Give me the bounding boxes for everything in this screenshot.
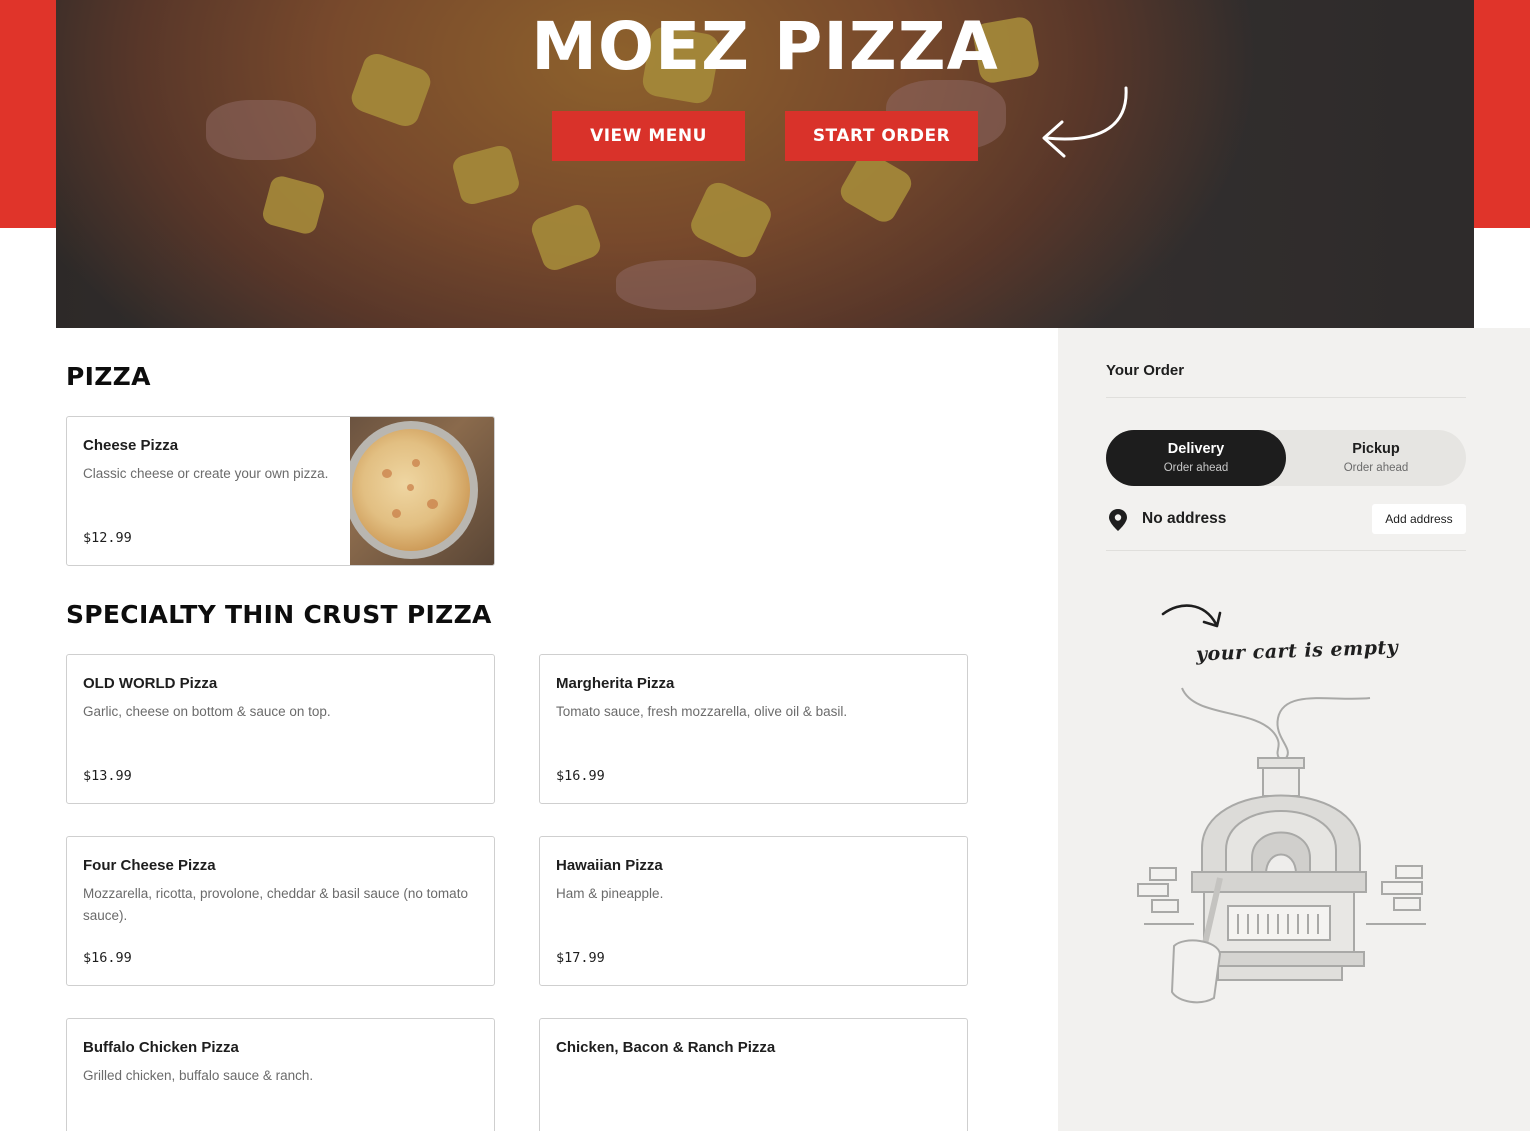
address-text: No address bbox=[1142, 510, 1227, 527]
order-title: Your Order bbox=[1106, 362, 1185, 379]
start-order-button[interactable]: START ORDER bbox=[785, 111, 978, 161]
menu-item-price: $12.99 bbox=[83, 530, 132, 546]
menu-item-description: Garlic, cheese on bottom & sauce on top. bbox=[83, 704, 331, 719]
menu-item-description: Ham & pineapple. bbox=[556, 886, 664, 901]
menu-item-description: Classic cheese or create your own pizza. bbox=[83, 466, 329, 481]
pizza-photo bbox=[352, 429, 470, 551]
menu-item-name: Chicken, Bacon & Ranch Pizza bbox=[556, 1039, 776, 1056]
divider bbox=[1106, 397, 1466, 398]
divider bbox=[1106, 550, 1466, 551]
pizza-oven-illustration bbox=[1137, 687, 1426, 1004]
menu-item-description: Mozzarella, ricotta, provolone, cheddar … bbox=[83, 886, 468, 923]
menu-item-card[interactable]: Four Cheese Pizza Mozzarella, ricotta, p… bbox=[66, 836, 495, 986]
menu-item-price: $16.99 bbox=[556, 768, 605, 784]
menu-item-description: Grilled chicken, buffalo sauce & ranch. bbox=[83, 1068, 314, 1083]
order-sidebar: Your Order Delivery Order ahead Pickup O… bbox=[1058, 328, 1530, 1131]
menu-item-name: Cheese Pizza bbox=[83, 437, 179, 454]
section-title-pizza: PIZZA bbox=[66, 362, 151, 391]
delivery-sublabel: Order ahead bbox=[1163, 462, 1229, 474]
delivery-option[interactable]: Delivery Order ahead bbox=[1106, 430, 1286, 486]
menu-item-card[interactable]: Chicken, Bacon & Ranch Pizza bbox=[539, 1018, 968, 1131]
menu-item-card[interactable]: Hawaiian Pizza Ham & pineapple. $17.99 bbox=[539, 836, 968, 986]
menu-item-price: $16.99 bbox=[83, 950, 132, 966]
pickup-label: Pickup bbox=[1352, 441, 1400, 457]
menu-item-card[interactable]: Cheese Pizza Classic cheese or create yo… bbox=[66, 416, 495, 566]
section-title-specialty: SPECIALTY THIN CRUST PIZZA bbox=[66, 600, 492, 629]
view-menu-button[interactable]: VIEW MENU bbox=[552, 111, 745, 161]
delivery-label: Delivery bbox=[1167, 441, 1225, 457]
menu-item-name: Four Cheese Pizza bbox=[83, 857, 216, 874]
pickup-sublabel: Order ahead bbox=[1343, 462, 1409, 474]
curved-arrow-icon bbox=[1042, 86, 1128, 158]
add-address-button[interactable]: Add address bbox=[1372, 504, 1466, 534]
menu-item-card[interactable]: Margherita Pizza Tomato sauce, fresh moz… bbox=[539, 654, 968, 804]
menu-item-name: Buffalo Chicken Pizza bbox=[83, 1039, 239, 1056]
fulfillment-toggle: Delivery Order ahead Pickup Order ahead bbox=[1106, 430, 1466, 486]
menu-item-price: $17.99 bbox=[556, 950, 605, 966]
menu-item-image bbox=[350, 417, 494, 565]
map-pin-icon bbox=[1109, 509, 1127, 531]
hero-banner: MOEZ PIZZA VIEW MENU START ORDER bbox=[56, 0, 1474, 328]
hand-drawn-arrow-icon bbox=[1161, 604, 1222, 628]
menu-item-card[interactable]: OLD WORLD Pizza Garlic, cheese on bottom… bbox=[66, 654, 495, 804]
menu-item-price: $13.99 bbox=[83, 768, 132, 784]
menu-item-name: Margherita Pizza bbox=[556, 675, 675, 692]
empty-cart-message: your cart is empty bbox=[1195, 636, 1399, 666]
menu-item-name: OLD WORLD Pizza bbox=[83, 675, 218, 692]
menu-item-card[interactable]: Buffalo Chicken Pizza Grilled chicken, b… bbox=[66, 1018, 495, 1131]
menu-item-description: Tomato sauce, fresh mozzarella, olive oi… bbox=[556, 704, 848, 719]
restaurant-title: MOEZ PIZZA bbox=[531, 8, 999, 85]
menu-item-name: Hawaiian Pizza bbox=[556, 857, 663, 874]
pickup-option[interactable]: Pickup Order ahead bbox=[1286, 430, 1466, 486]
